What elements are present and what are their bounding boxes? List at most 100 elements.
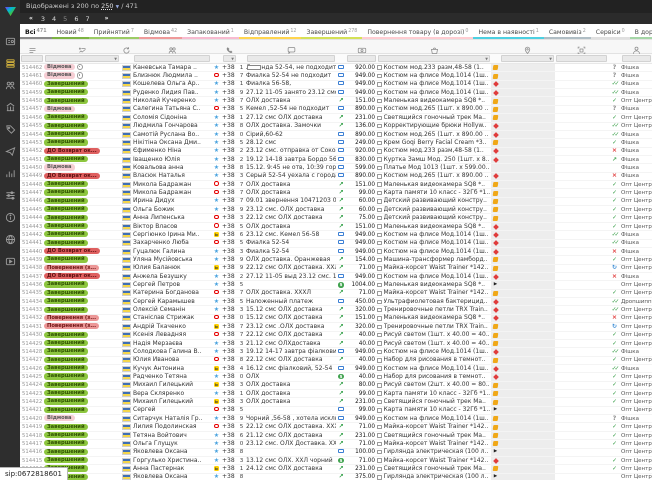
product-cell[interactable]: Костюм на флисе Мод.1014 (1ш.. (377, 89, 491, 97)
phone-number[interactable]: +38 (222, 214, 237, 222)
product-cell[interactable]: Костюм мод.265 (1шт. х 890.00 .. (377, 131, 491, 139)
phone-number[interactable]: +38 (222, 156, 237, 164)
order-comment[interactable]: 15.12 смс ОЛХ доставка (246, 314, 336, 322)
customer-name[interactable]: Юлия Иванова (133, 356, 211, 364)
phone-number[interactable]: +38 (222, 206, 237, 214)
phone-number[interactable]: +38 (222, 256, 237, 264)
product-cell[interactable]: Детский развивающий констру.. (377, 206, 491, 214)
delivery-address[interactable] (500, 382, 555, 389)
customer-name[interactable]: Микола Бадражан (133, 189, 211, 197)
delivery-address[interactable] (500, 265, 555, 272)
phone-number[interactable]: +38 (222, 473, 237, 480)
sidebar-item-campaigns[interactable] (5, 146, 16, 157)
tab-Сервіси[interactable]: Сервіси0 (591, 29, 630, 40)
customer-name[interactable]: Радченко Тетяна (133, 373, 211, 381)
order-comment[interactable]: 27.12 смс ОЛХ доставка (246, 114, 336, 122)
product-cell[interactable]: Майка-корсет Waist Trainer *142.. (377, 440, 491, 448)
customer-name[interactable]: Ксенія Левадняя (133, 331, 211, 339)
customer-name[interactable]: Ольга Божик (133, 206, 211, 214)
product-cell[interactable]: Светящийся гоночный трек Ма.. (377, 114, 491, 122)
product-cell[interactable]: Гирлянда электрическая (100 л.. (377, 473, 491, 480)
customer-name[interactable]: Нікітіна Оксана Дми.. (133, 139, 211, 147)
delivery-address[interactable] (500, 131, 555, 138)
phone-edit-input[interactable] (247, 65, 261, 71)
delivery-address[interactable] (500, 106, 555, 113)
product-cell[interactable]: Корректирующие брюки Hollyw.. (377, 122, 491, 130)
order-comment[interactable]: ОЛХ доставка (246, 189, 336, 197)
phone-number[interactable]: +38 (222, 189, 237, 197)
delivery-address[interactable] (500, 315, 555, 322)
phone-number[interactable]: +38 (222, 147, 237, 155)
sidebar-item-site[interactable] (5, 234, 16, 245)
tab-Новий[interactable]: Новий48 (52, 29, 89, 40)
product-cell[interactable]: Светящийся гоночный трек Ма.. (377, 398, 491, 406)
customer-name[interactable]: Каневська Тамара .. (133, 64, 211, 72)
phone-number[interactable]: +38 (222, 89, 237, 97)
customer-name[interactable]: Михаил Гилецький (133, 381, 211, 389)
order-comment[interactable]: 22.12 смс ОЛХ доставка (246, 331, 336, 339)
sidebar-item-promo[interactable] (5, 124, 16, 135)
tab-Запакований[interactable]: Запакований1 (182, 29, 239, 40)
order-comment[interactable]: Сірий,60-62 (246, 131, 336, 139)
order-comment[interactable]: 23.12 смс .ОЛХ доставка (246, 323, 336, 331)
delivery-address[interactable] (500, 139, 555, 146)
phone-number[interactable]: +38 (222, 340, 237, 348)
product-cell[interactable]: Костюм на флисе Мод.1014 (1ш.. (377, 415, 491, 423)
product-cell[interactable]: Рисуй светом (1шт. х 40.00 = 40.. (377, 340, 491, 348)
tab-Нема в наявності[interactable]: Нема в наявності1 (473, 29, 543, 40)
phone-number[interactable]: +38 (222, 440, 237, 448)
order-comment[interactable]: ОЛХ доставка. Замочки (246, 122, 336, 130)
customer-name[interactable]: Гуцалюк Галина (133, 248, 211, 256)
order-comment[interactable]: 21.12 смс ОЛХ доставка (246, 432, 336, 440)
customer-name[interactable]: Надія Мерзаєва (133, 340, 211, 348)
phone-number[interactable]: +38 (222, 448, 237, 456)
phone-number[interactable]: +38 (222, 64, 237, 72)
delivery-address[interactable] (500, 449, 555, 456)
order-comment[interactable]: 22.12 смс ОЛХ доставка. ХХХЛ (246, 423, 336, 431)
delivery-address[interactable] (500, 298, 555, 305)
page-number[interactable]: 7 (85, 15, 89, 23)
product-cell[interactable]: Карта памяти 10 класс - 32Гб *1.. (377, 406, 491, 414)
product-cell[interactable]: Платье Мод 1013 (1шт. х 599.00.. (377, 164, 491, 172)
order-comment[interactable]: Наложенный платеж (246, 298, 336, 306)
phone-number[interactable]: +38 (222, 231, 237, 239)
phone-number[interactable]: +38 (222, 122, 237, 130)
phone-number[interactable]: +38 (222, 248, 237, 256)
customer-name[interactable]: Олексій Семанін (133, 306, 211, 314)
phone-number[interactable]: +38 (222, 432, 237, 440)
first-page-button[interactable]: « (29, 15, 33, 22)
product-cell[interactable]: Куртка Замш Мод. 250 (1шт. х 8.. (377, 156, 491, 164)
phone-number[interactable]: +38 (222, 306, 237, 314)
order-comment[interactable]: Фиалка 52-54 (246, 239, 336, 247)
product-cell[interactable]: Костюм мод.265 (1шт. х 890.00 .. (377, 105, 491, 113)
delivery-address[interactable] (500, 281, 555, 288)
product-cell[interactable]: Маленькая видеокамера SQ8 *.. (377, 181, 491, 189)
delivery-address[interactable] (500, 415, 555, 422)
sidebar-item-dashboard[interactable] (5, 36, 16, 47)
phone-number[interactable]: +38 (222, 457, 237, 465)
delivery-address[interactable] (500, 231, 555, 238)
order-comment[interactable]: 19.12 14-18 завтра Бордо 56-58 (246, 156, 336, 164)
delivery-address[interactable] (500, 474, 555, 480)
product-cell[interactable]: Карта памяти 10 класс - 32Гб *1.. (377, 390, 491, 398)
order-comment[interactable]: 23.12 смс. ОЛХ доставка (246, 206, 336, 214)
product-cell[interactable]: Маленькая видеокамера SQ8 *.. (377, 314, 491, 322)
order-comment[interactable]: ОЛХ доставка. ХХХЛ (246, 289, 336, 297)
order-comment[interactable]: 23.12 смс. отправка от Сокол.. (246, 147, 336, 155)
order-comment[interactable]: ОЛХ доставка. Оранжевая (246, 256, 336, 264)
product-cell[interactable]: Костюм на флисе Мод.1014 (1ш.. (377, 248, 491, 256)
delivery-address[interactable] (500, 173, 555, 180)
product-cell[interactable]: Костюм на флисе Мод.1014 (1ш.. (377, 80, 491, 88)
order-comment[interactable]: 27.12 11-05 выд 23.12 смс. 19.. (246, 273, 336, 281)
phone-number[interactable]: +38 (222, 423, 237, 431)
sidebar-item-info[interactable] (5, 212, 16, 223)
delivery-address[interactable] (500, 290, 555, 297)
phone-number[interactable]: +38 (222, 72, 237, 80)
order-comment[interactable]: 23.12 смс. Кемел 56-58 (246, 231, 336, 239)
delivery-address[interactable] (500, 357, 555, 364)
product-cell[interactable]: Ультрафиолетовая бактерицид.. (377, 298, 491, 306)
product-cell[interactable]: Машина-трансформер ламборд.. (377, 256, 491, 264)
order-comment[interactable]: 09.01 звернення 10471203 04.. (246, 197, 336, 205)
column-filter[interactable] (556, 55, 607, 63)
delivery-address[interactable] (500, 189, 555, 196)
